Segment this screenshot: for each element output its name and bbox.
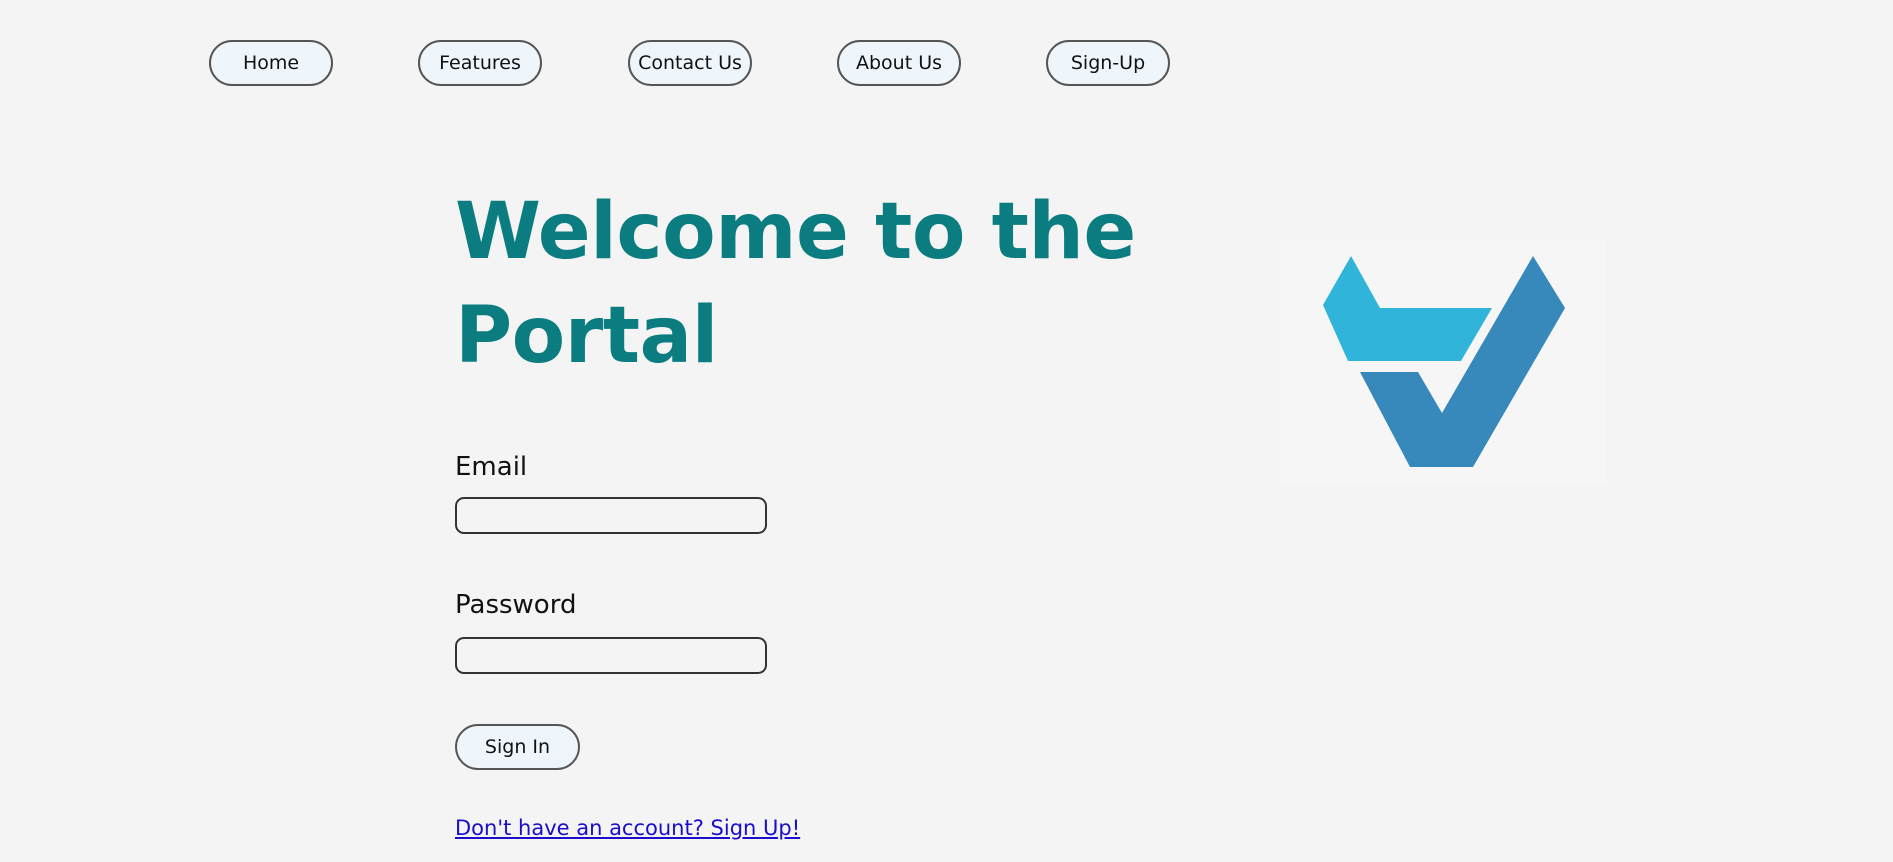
nav-contact-us-button[interactable]: Contact Us (628, 40, 752, 86)
nav-features-button[interactable]: Features (418, 40, 542, 86)
v-check-logo-icon (1323, 256, 1565, 467)
logo-dark-shape (1360, 256, 1565, 467)
email-label: Email (455, 452, 528, 482)
nav-about-us-button[interactable]: About Us (837, 40, 961, 86)
email-field[interactable] (455, 497, 767, 534)
sign-up-link[interactable]: Don't have an account? Sign Up! (455, 816, 800, 840)
password-field[interactable] (455, 637, 767, 674)
nav-home-button[interactable]: Home (209, 40, 333, 86)
page-title: Welcome to the Portal (455, 187, 1136, 381)
logo (1280, 240, 1606, 483)
password-label: Password (455, 590, 577, 620)
logo-light-shape (1323, 256, 1492, 361)
sign-in-button[interactable]: Sign In (455, 724, 580, 770)
nav-sign-up-button[interactable]: Sign-Up (1046, 40, 1170, 86)
portal-page: Home Features Contact Us About Us Sign-U… (0, 0, 1893, 862)
